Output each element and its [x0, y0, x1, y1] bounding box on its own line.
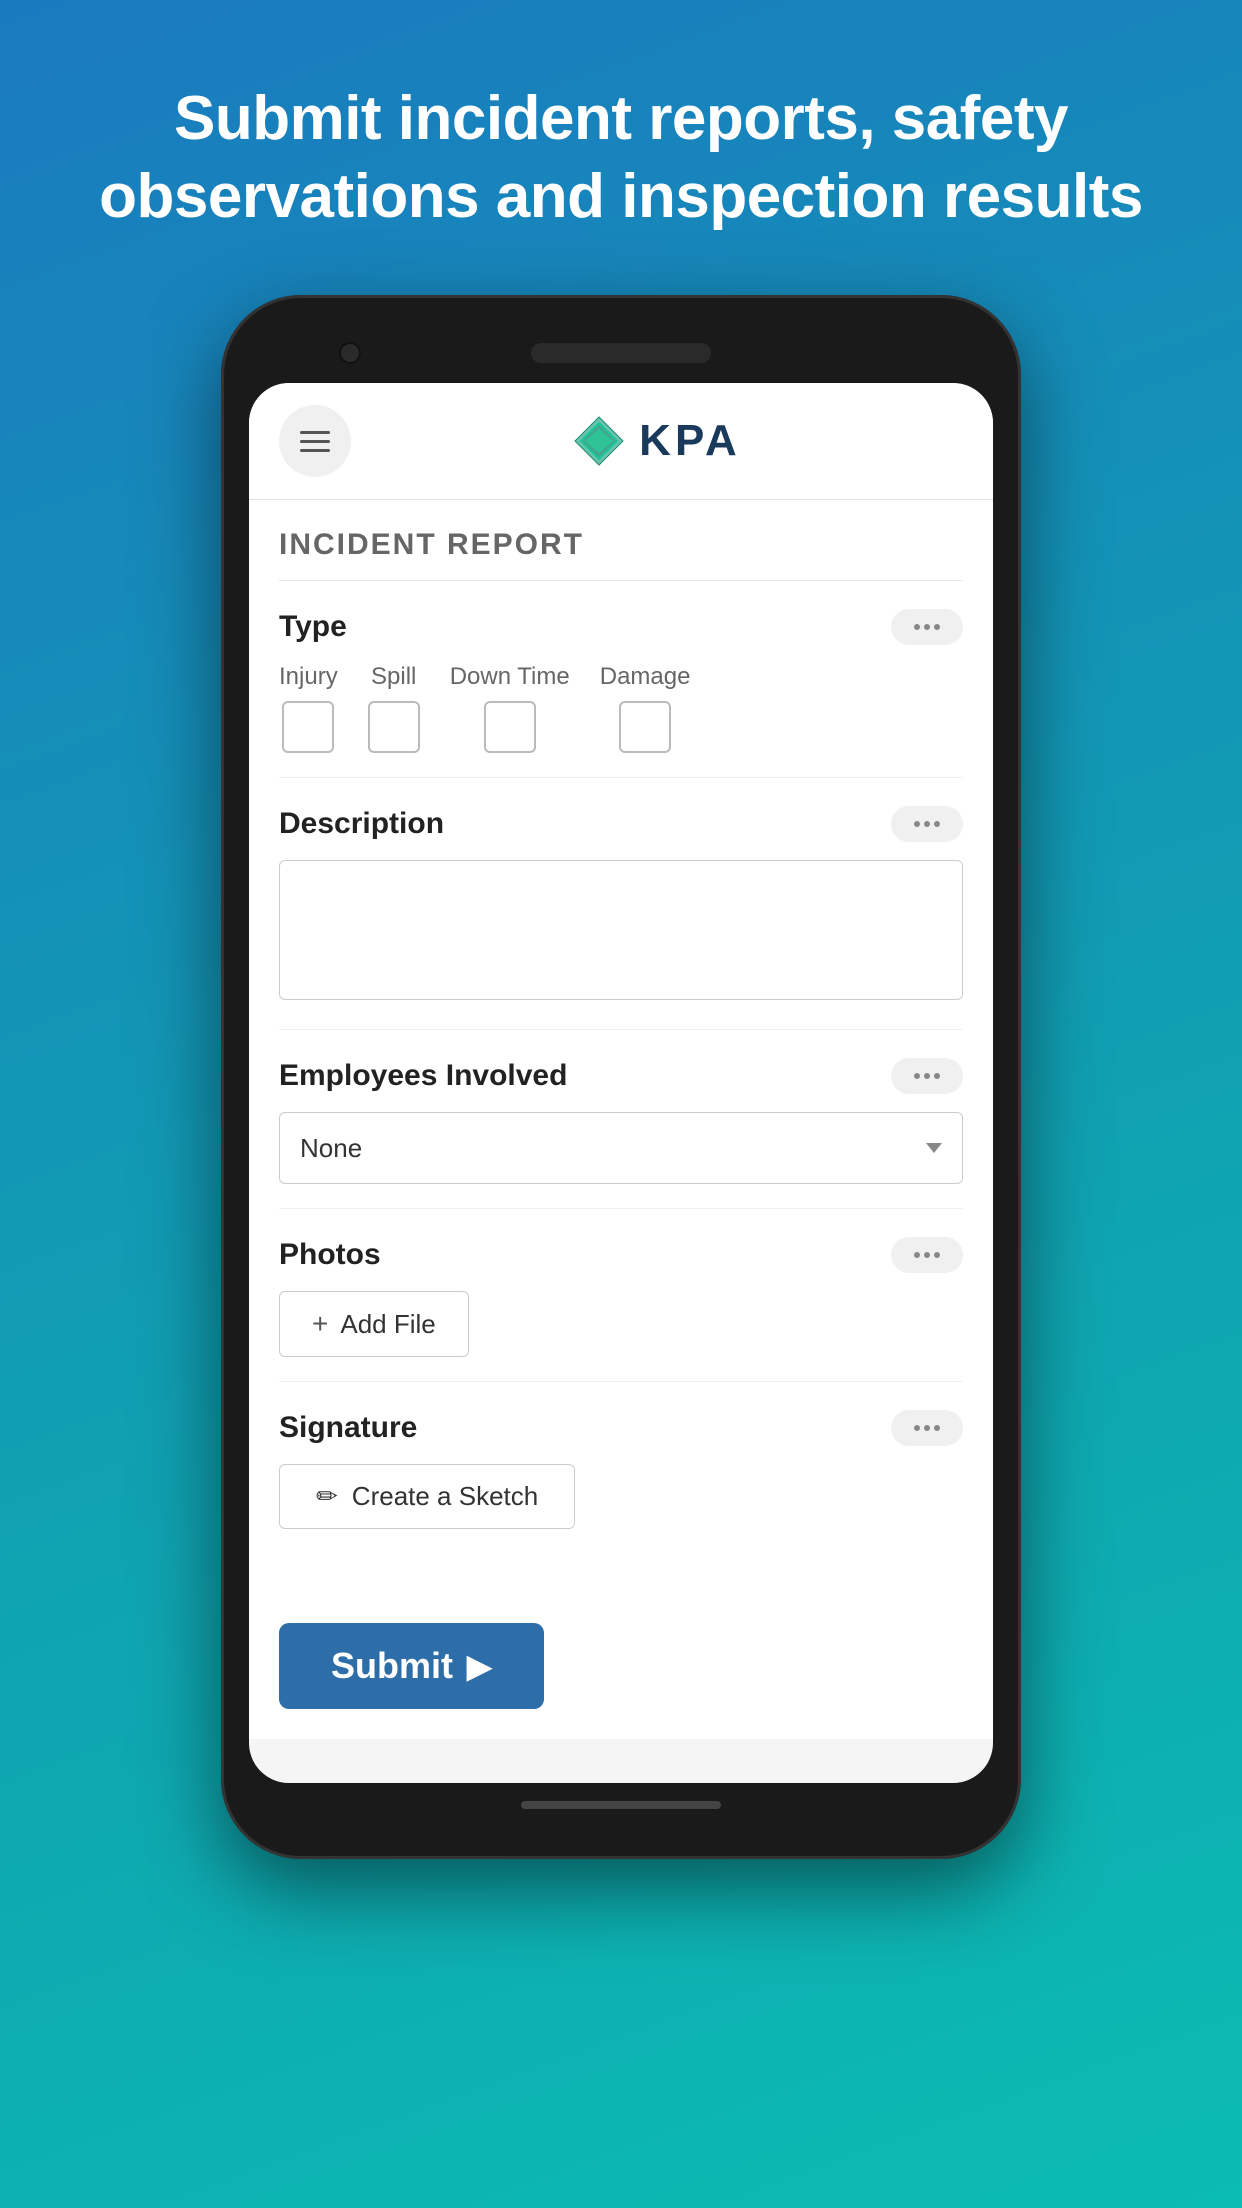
spill-checkbox[interactable] — [368, 701, 420, 753]
dot15 — [934, 1425, 940, 1431]
dot13 — [914, 1425, 920, 1431]
phone-camera — [339, 342, 361, 364]
description-section: Description — [279, 778, 963, 1030]
downtime-checkbox[interactable] — [484, 701, 536, 753]
dot8 — [924, 1073, 930, 1079]
menu-icon-line1 — [300, 431, 330, 434]
damage-checkbox[interactable] — [619, 701, 671, 753]
description-field-header: Description — [279, 806, 963, 842]
app-header: KPA — [249, 383, 993, 500]
phone-top-bar — [249, 325, 993, 383]
downtime-label: Down Time — [450, 663, 570, 691]
spill-label: Spill — [371, 663, 416, 691]
photos-field-header: Photos — [279, 1237, 963, 1273]
create-sketch-button[interactable]: ✏ Create a Sketch — [279, 1464, 575, 1529]
downtime-checkbox-item: Down Time — [450, 663, 570, 753]
employees-label: Employees Involved — [279, 1059, 567, 1093]
employees-dropdown[interactable]: None — [279, 1112, 963, 1184]
dot4 — [914, 821, 920, 827]
injury-checkbox[interactable] — [282, 701, 334, 753]
dot2 — [924, 624, 930, 630]
description-label: Description — [279, 807, 444, 841]
add-file-button[interactable]: + Add File — [279, 1291, 469, 1357]
plus-icon: + — [312, 1308, 328, 1340]
menu-icon-line3 — [300, 449, 330, 452]
form-title: INCIDENT REPORT — [279, 500, 963, 581]
injury-checkbox-item: Injury — [279, 663, 338, 753]
type-more-button[interactable] — [891, 609, 963, 645]
photos-label: Photos — [279, 1238, 381, 1272]
submit-area: Submit ▶ — [249, 1593, 993, 1739]
dot10 — [914, 1252, 920, 1258]
employees-more-button[interactable] — [891, 1058, 963, 1094]
phone-speaker — [531, 343, 711, 363]
signature-field-header: Signature — [279, 1410, 963, 1446]
photos-section: Photos + Add File — [279, 1209, 963, 1382]
phone-home-indicator — [521, 1801, 721, 1809]
submit-button[interactable]: Submit ▶ — [279, 1623, 544, 1709]
description-more-button[interactable] — [891, 806, 963, 842]
logo-area: KPA — [351, 415, 963, 467]
dot14 — [924, 1425, 930, 1431]
dot7 — [914, 1073, 920, 1079]
type-checkbox-row: Injury Spill Down Time Damage — [279, 663, 963, 753]
sketch-label: Create a Sketch — [352, 1481, 538, 1512]
dot3 — [934, 624, 940, 630]
page-header-title: Submit incident reports, safety observat… — [0, 0, 1242, 295]
type-label: Type — [279, 610, 347, 644]
dot1 — [914, 624, 920, 630]
spill-checkbox-item: Spill — [368, 663, 420, 753]
description-textarea[interactable] — [279, 860, 963, 1000]
menu-button[interactable] — [279, 405, 351, 477]
form-area: INCIDENT REPORT Type Injury — [249, 500, 993, 1593]
signature-more-button[interactable] — [891, 1410, 963, 1446]
signature-section: Signature ✏ Create a Sketch — [279, 1382, 963, 1553]
photos-more-button[interactable] — [891, 1237, 963, 1273]
add-file-label: Add File — [340, 1309, 435, 1340]
damage-checkbox-item: Damage — [600, 663, 691, 753]
kpa-logo-text: KPA — [639, 416, 741, 466]
dot9 — [934, 1073, 940, 1079]
dot12 — [934, 1252, 940, 1258]
submit-arrow-icon: ▶ — [467, 1647, 492, 1685]
employees-section: Employees Involved None — [279, 1030, 963, 1209]
employees-field-header: Employees Involved — [279, 1058, 963, 1094]
dot5 — [924, 821, 930, 827]
dot6 — [934, 821, 940, 827]
dot11 — [924, 1252, 930, 1258]
menu-icon-line2 — [300, 440, 330, 443]
phone-device: KPA INCIDENT REPORT Type Injury — [221, 295, 1021, 1859]
signature-label: Signature — [279, 1411, 417, 1445]
type-section: Type Injury Spill — [279, 581, 963, 778]
damage-label: Damage — [600, 663, 691, 691]
phone-screen: KPA INCIDENT REPORT Type Injury — [249, 383, 993, 1783]
submit-label: Submit — [331, 1645, 453, 1687]
type-field-header: Type — [279, 609, 963, 645]
kpa-logo-diamond — [573, 415, 625, 467]
injury-label: Injury — [279, 663, 338, 691]
pencil-icon: ✏ — [316, 1481, 338, 1512]
